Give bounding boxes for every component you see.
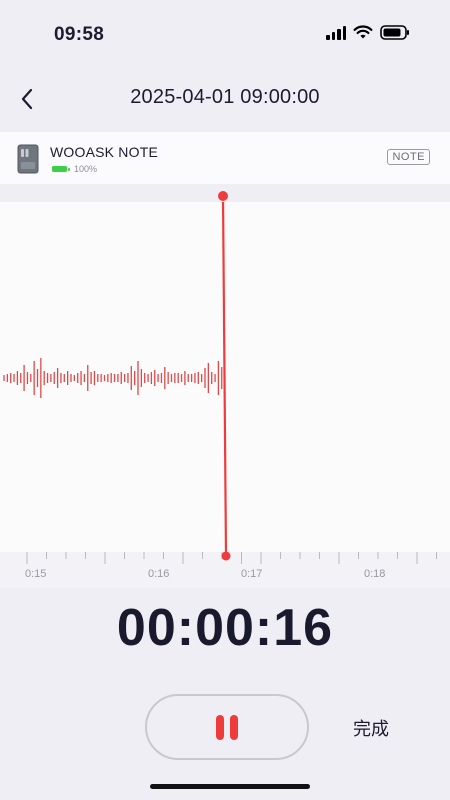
waveform bbox=[3, 202, 228, 552]
device-bar: WOOASK NOTE 100% NOTE bbox=[0, 132, 450, 184]
device-type-badge: NOTE bbox=[387, 149, 430, 165]
device-battery: 100% bbox=[52, 164, 97, 174]
wifi-icon bbox=[353, 25, 373, 40]
pause-icon bbox=[216, 714, 238, 740]
device-name: WOOASK NOTE bbox=[50, 144, 158, 160]
recorder-device-icon bbox=[17, 144, 39, 179]
timeline-label: 0:16 bbox=[148, 568, 170, 580]
waveform-area[interactable] bbox=[0, 202, 450, 552]
timeline-label: 0:17 bbox=[241, 568, 263, 580]
device-battery-percent: 100% bbox=[74, 164, 98, 174]
timeline-ruler[interactable]: 0:15 0:16 0:17 0:18 bbox=[0, 552, 450, 588]
done-button[interactable]: 完成 bbox=[353, 715, 389, 741]
home-indicator bbox=[150, 784, 310, 789]
status-time: 09:58 bbox=[54, 24, 105, 45]
nav-bar: 2025-04-01 09:00:00 bbox=[0, 70, 450, 128]
playhead-top-handle[interactable] bbox=[218, 191, 228, 201]
playhead[interactable] bbox=[221, 202, 228, 552]
status-icons bbox=[326, 25, 410, 40]
signal-bars-icon bbox=[326, 25, 346, 40]
elapsed-timer: 00:00:16 bbox=[116, 599, 334, 657]
device-battery-icon bbox=[52, 166, 70, 172]
status-bar: 09:58 bbox=[0, 0, 450, 70]
timeline-label: 0:15 bbox=[25, 568, 47, 580]
battery-icon bbox=[380, 25, 410, 40]
pause-button[interactable] bbox=[145, 694, 309, 760]
timeline-label: 0:18 bbox=[364, 568, 386, 580]
page-title: 2025-04-01 09:00:00 bbox=[130, 86, 320, 108]
playhead-bottom-handle[interactable] bbox=[221, 552, 231, 561]
